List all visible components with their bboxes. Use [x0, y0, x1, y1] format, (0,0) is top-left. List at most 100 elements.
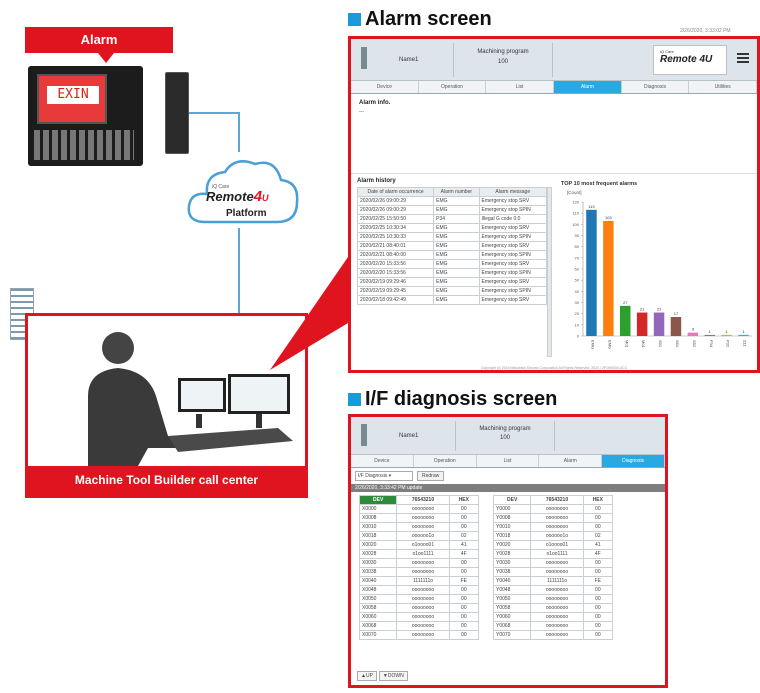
- col-number: Alarm number: [433, 187, 480, 197]
- machine-icon: [361, 47, 367, 69]
- table-cell: 2020/02/18 09:42:49: [356, 295, 435, 305]
- table-cell: Emergency stop SRV: [478, 196, 547, 206]
- table-cell: Emergency stop SRV: [478, 277, 547, 287]
- callout-pointer: [270, 257, 358, 370]
- category-label: P32: [726, 340, 731, 348]
- table-cell: EMG: [433, 205, 480, 215]
- table-cell: X0038: [358, 567, 398, 577]
- tab-list[interactable]: List: [486, 81, 555, 93]
- table-cell: X0010: [358, 522, 398, 532]
- table-row: X0040 1111111o FE: [358, 576, 480, 586]
- table-cell: 2020/02/19 09:29:46: [356, 277, 435, 287]
- table-row: Y0038 oooooooo 00: [492, 567, 614, 577]
- y-tick-label: 90: [575, 233, 580, 238]
- tab-device[interactable]: Device: [351, 455, 414, 467]
- table-row: Y0020 o1oooo01 41: [492, 540, 614, 550]
- diag-select[interactable]: I/F Diagnosis ▾: [355, 471, 413, 481]
- tab-operation[interactable]: Operation: [413, 455, 477, 467]
- down-button[interactable]: ▼DOWN: [378, 671, 408, 681]
- bar: [653, 312, 665, 336]
- alarm-footer: Copyright (c) 2019 Mitsubishi Electric C…: [480, 366, 628, 370]
- tab-diagnosis[interactable]: Diagnosis: [602, 455, 665, 467]
- exin-display: EXIN: [47, 86, 99, 104]
- table-row: 2020/02/20 15:33:56 EMG Emergency stop SPI…: [356, 268, 547, 278]
- table-cell: oooooooo: [396, 522, 450, 532]
- table-cell: oooooooo: [396, 630, 450, 640]
- table-cell: 00: [448, 585, 480, 595]
- table-cell: 1111111o: [530, 576, 584, 586]
- y-tick-label: 120: [572, 200, 579, 205]
- diag-tables: DEV 76543210 HEX X0000 oooooooo 00 X0008 ooo…: [351, 492, 665, 643]
- col-dev: DEV: [492, 495, 532, 505]
- tab-device[interactable]: Device: [351, 81, 419, 93]
- diag-screen-heading: I/F diagnosis screen: [348, 388, 557, 411]
- history-scrollbar[interactable]: [547, 187, 552, 357]
- table-row: X0020 o1oooo01 41: [358, 540, 480, 550]
- diag-table-x: DEV 76543210 HEX X0000 oooooooo 00 X0008 ooo…: [358, 495, 480, 640]
- table-row: Y0060 oooooooo 00: [492, 612, 614, 622]
- col-message: Alarm message: [478, 187, 547, 197]
- callcenter-label: Machine Tool Builder call center: [28, 466, 305, 495]
- table-cell: Y0070: [492, 630, 532, 640]
- up-label: UP: [365, 673, 373, 679]
- tab-diagnosis[interactable]: Diagnosis: [621, 81, 690, 93]
- program-box: Machining program 100: [453, 43, 553, 77]
- table-cell: P34: [433, 214, 480, 224]
- down-label: DOWN: [387, 673, 404, 679]
- alarm-topbar: Name1 Machining program 100 iQ Care Remo…: [351, 39, 757, 81]
- table-row: X0030 oooooooo 00: [358, 558, 480, 568]
- table-cell: 00: [582, 522, 614, 532]
- bar-value-label: 1: [709, 329, 712, 334]
- bar-value-label: 21: [657, 307, 662, 312]
- table-row: X0000 oooooooo 00: [358, 504, 480, 514]
- connector-line: [238, 112, 240, 152]
- alarm-label: Alarm: [25, 27, 173, 53]
- table-cell: X0020: [358, 540, 398, 550]
- table-cell: Y0068: [492, 621, 532, 631]
- col-dev: DEV: [358, 495, 398, 505]
- table-cell: 2020/02/20 15:33:56: [356, 259, 435, 269]
- table-cell: FE: [448, 576, 480, 586]
- table-cell: oooooo1o: [396, 531, 450, 541]
- bar: [670, 317, 682, 336]
- table-row: X0068 oooooooo 00: [358, 621, 480, 631]
- tab-alarm[interactable]: Alarm: [539, 455, 603, 467]
- table-cell: 4F: [448, 549, 480, 559]
- table-row: 2020/02/18 09:42:49 EMG Emergency stop SRV: [356, 295, 547, 305]
- col-date: Date of alarm occurrence: [356, 187, 435, 197]
- up-button[interactable]: ▲UP: [357, 671, 377, 681]
- table-cell: EMG: [433, 286, 480, 296]
- table-row: 2020/02/21 08:40:00 EMG Emergency stop SPI…: [356, 250, 547, 260]
- category-label: S51: [675, 340, 680, 348]
- table-cell: EMG: [433, 277, 480, 287]
- redraw-button[interactable]: Redraw: [417, 471, 445, 481]
- tab-list[interactable]: List: [476, 455, 540, 467]
- menu-icon[interactable]: [737, 53, 749, 63]
- logo-box: iQ Care Remote 4U: [653, 45, 727, 75]
- machine-icon: [361, 424, 367, 446]
- table-cell: X0058: [358, 603, 398, 613]
- table-cell: FE: [582, 576, 614, 586]
- tab-alarm[interactable]: Alarm: [554, 81, 622, 93]
- table-cell: 00: [582, 585, 614, 595]
- table-cell: 00: [582, 603, 614, 613]
- connector-line: [189, 112, 239, 114]
- table-cell: 00: [582, 558, 614, 568]
- table-cell: Y0060: [492, 612, 532, 622]
- operator-illustration: [88, 332, 293, 466]
- table-row: Y0018 oooooo1o 02: [492, 531, 614, 541]
- table-cell: 02: [448, 531, 480, 541]
- table-cell: X0000: [358, 504, 398, 514]
- tab-operation[interactable]: Operation: [418, 81, 487, 93]
- table-cell: oooooooo: [530, 612, 584, 622]
- table-cell: Emergency stop SPIN: [478, 205, 547, 215]
- y-tick-label: 60: [575, 267, 580, 272]
- table-row: Y0050 oooooooo 00: [492, 594, 614, 604]
- y-tick-label: 20: [575, 311, 580, 316]
- bar: [586, 209, 597, 336]
- tab-utilities[interactable]: Utilities: [689, 81, 757, 93]
- bar: [721, 334, 732, 336]
- table-cell: 00: [448, 567, 480, 577]
- table-cell: oooooooo: [530, 594, 584, 604]
- table-cell: 2020/02/21 08:40:01: [356, 241, 435, 251]
